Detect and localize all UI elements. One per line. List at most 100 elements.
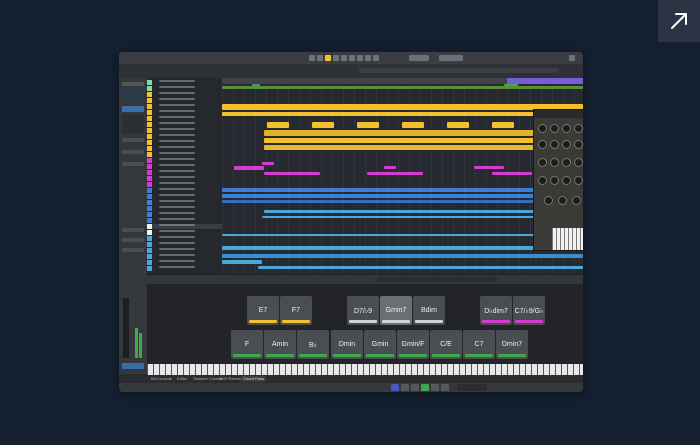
synth-knob[interactable]	[562, 140, 571, 149]
synth-knob[interactable]	[574, 140, 583, 149]
toolbar-dropdown[interactable]	[409, 55, 429, 61]
synth-knob[interactable]	[538, 140, 547, 149]
arrange-window[interactable]	[222, 84, 583, 274]
toolbar	[119, 52, 583, 64]
synth-knob[interactable]	[550, 140, 559, 149]
chord-pad-color-bar	[515, 320, 543, 323]
chord-pad-label: B♭	[309, 341, 317, 349]
chord-pad-color-bar	[282, 320, 310, 323]
loop-button[interactable]	[441, 384, 449, 391]
chord-pad[interactable]: Amin	[264, 330, 296, 359]
synth-knob[interactable]	[562, 158, 571, 167]
synth-knob[interactable]	[538, 176, 547, 185]
expand-button[interactable]	[658, 0, 700, 42]
toolbar-tool-button[interactable]	[333, 55, 339, 61]
toolbar-tool-button[interactable]	[309, 55, 315, 61]
track-list	[147, 78, 222, 274]
synth-knob[interactable]	[574, 176, 583, 185]
level-meter	[135, 328, 138, 358]
info-line	[119, 64, 583, 79]
chord-pad[interactable]: Bdim	[413, 296, 445, 325]
chord-pad-color-bar	[349, 320, 377, 323]
toolbar-tool-button[interactable]	[317, 55, 323, 61]
chord-pad-label: C7	[474, 341, 484, 348]
chord-pad-label: Dmin	[338, 341, 356, 348]
chord-pad-label: D7/♭9	[353, 307, 373, 315]
chord-pad-color-bar	[366, 354, 394, 357]
chord-pad-color-bar	[399, 354, 427, 357]
chord-pad-color-bar	[233, 354, 261, 357]
chord-pad-color-bar	[299, 354, 327, 357]
chord-pad-label: Dmin7	[501, 341, 523, 348]
tab-mixconsole[interactable]: MixConsole	[149, 376, 174, 382]
chord-pad-color-bar	[249, 320, 277, 323]
chord-pad-label: Gmin7	[385, 307, 407, 314]
chord-pad-label: Gmin	[371, 341, 389, 348]
diagonal-arrow-up-right-icon	[671, 13, 687, 29]
cycle-button[interactable]	[391, 384, 399, 391]
transport-bar	[119, 383, 583, 392]
synth-knob[interactable]	[562, 176, 571, 185]
chord-pads-panel: E7 F7 D7/♭9 Gmin7 Bdim D♭dim7 C7/♭9/G♭ F…	[147, 284, 583, 364]
chord-pad-label: Amin	[272, 341, 288, 348]
synth-keyboard[interactable]	[552, 228, 583, 250]
synth-knob[interactable]	[550, 176, 559, 185]
tab-chord-pads[interactable]: Chord Pads	[241, 376, 267, 382]
synth-knob[interactable]	[544, 196, 553, 205]
record-button[interactable]	[431, 384, 439, 391]
chord-pad[interactable]: F7	[280, 296, 312, 325]
synth-plugin-window[interactable]	[533, 109, 583, 251]
chord-pad-label: E7	[258, 307, 268, 314]
play-button[interactable]	[421, 384, 429, 391]
synth-knob[interactable]	[574, 124, 583, 133]
tab-editor[interactable]: Editor	[175, 376, 189, 382]
toolbar-tool-button[interactable]	[349, 55, 355, 61]
toolbar-tool-button[interactable]	[373, 55, 379, 61]
chord-pad-label: C7/♭9/G♭	[514, 307, 544, 315]
chord-pad[interactable]: F	[231, 330, 263, 359]
chord-pad[interactable]: C7/♭9/G♭	[513, 296, 545, 325]
toolbar-tool-button[interactable]	[341, 55, 347, 61]
chord-pad-color-bar	[266, 354, 294, 357]
inspector	[119, 78, 148, 374]
chord-pad[interactable]: Dmin7	[496, 330, 528, 359]
chord-pad[interactable]: D♭dim7	[480, 296, 512, 325]
chord-pad-label: C/E	[440, 341, 452, 348]
daw-window: E7 F7 D7/♭9 Gmin7 Bdim D♭dim7 C7/♭9/G♭ F…	[119, 52, 583, 392]
synth-knob[interactable]	[538, 124, 547, 133]
synth-knob[interactable]	[538, 158, 547, 167]
synth-knob[interactable]	[558, 196, 567, 205]
rewind-button[interactable]	[401, 384, 409, 391]
chord-pad[interactable]: Gmin7	[380, 296, 412, 325]
chord-pad-label: Bdim	[421, 307, 437, 314]
chord-pad[interactable]: Dmin	[331, 330, 363, 359]
chord-pad[interactable]: E7	[247, 296, 279, 325]
synth-knob[interactable]	[550, 124, 559, 133]
synth-knob[interactable]	[550, 158, 559, 167]
chord-pad-color-bar	[432, 354, 460, 357]
chord-pad[interactable]: Gmin	[364, 330, 396, 359]
chord-pad-label: F7	[291, 307, 301, 314]
synth-knob[interactable]	[562, 124, 571, 133]
toolbar-tool-button[interactable]	[357, 55, 363, 61]
chord-pad[interactable]: C7	[463, 330, 495, 359]
chord-pad-color-bar	[382, 320, 410, 323]
stop-button[interactable]	[411, 384, 419, 391]
chord-pad[interactable]: C/E	[430, 330, 462, 359]
chord-pad-label: Gmin/F	[401, 341, 425, 348]
chord-pad-color-bar	[415, 320, 443, 323]
chord-pad[interactable]: Gmin/F	[397, 330, 429, 359]
piano-keyboard[interactable]	[147, 364, 583, 375]
channel-fader[interactable]	[123, 298, 129, 358]
toolbar-tool-button[interactable]	[325, 55, 331, 61]
toolbar-dropdown[interactable]	[439, 55, 463, 61]
synth-knob[interactable]	[574, 158, 583, 167]
chord-pad[interactable]: B♭	[297, 330, 329, 359]
synth-knob[interactable]	[572, 196, 581, 205]
toolbar-tool-button[interactable]	[365, 55, 371, 61]
chord-pad-color-bar	[465, 354, 493, 357]
toolbar-tool-button[interactable]	[569, 55, 575, 61]
chord-pad-color-bar	[482, 320, 510, 323]
chord-pad-label: D♭dim7	[484, 307, 508, 315]
chord-pad[interactable]: D7/♭9	[347, 296, 379, 325]
